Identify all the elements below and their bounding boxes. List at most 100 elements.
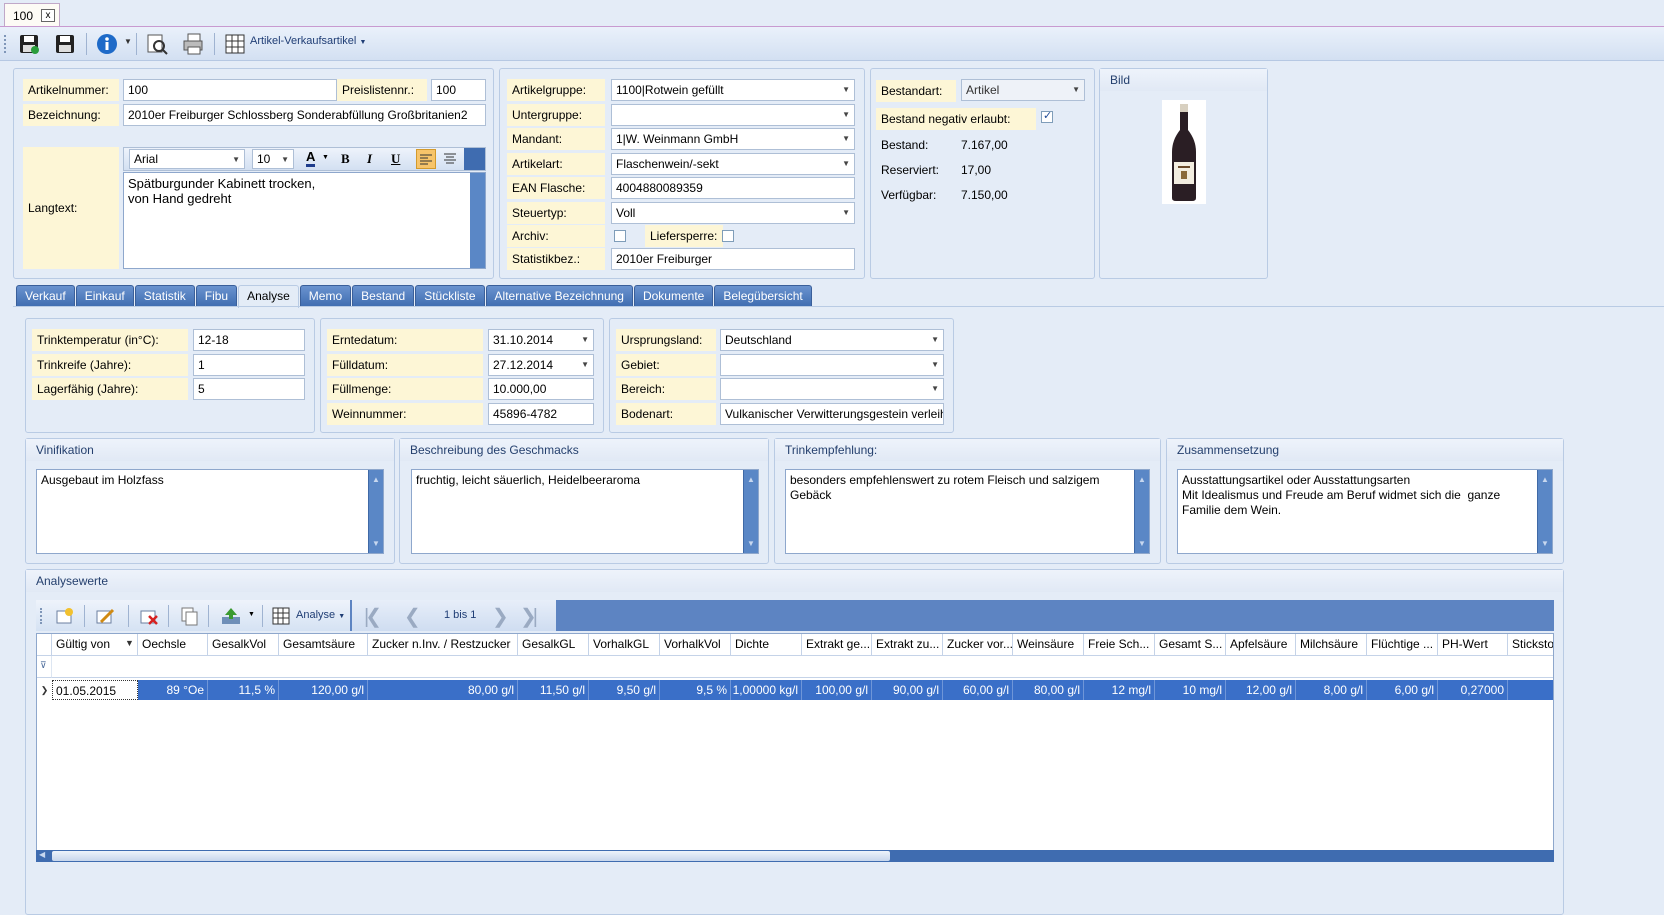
vertical-scrollbar[interactable]: ▲ ▼ (1134, 470, 1149, 553)
tab-fibu[interactable]: Fibu (195, 285, 238, 307)
fuelldatum-field[interactable]: 27.12.2014 ▼ (488, 354, 594, 376)
langtext-scrollbar[interactable] (470, 173, 485, 268)
vertical-scrollbar[interactable]: ▲ ▼ (743, 470, 758, 553)
column-header[interactable]: Dichte (731, 634, 802, 656)
tab-alternative-bezeichnung[interactable]: Alternative Bezeichnung (485, 285, 633, 307)
vinifikation-text[interactable]: Ausgebaut im Holzfass ▲ ▼ (36, 469, 384, 554)
tab-analyse[interactable]: Analyse (238, 285, 299, 308)
statistikbez-field[interactable]: 2010er Freiburger (611, 248, 855, 270)
font-family-select[interactable]: Arial ▼ (129, 149, 245, 169)
table-cell[interactable]: 01.05.2015 (52, 680, 138, 700)
tab-stueckliste[interactable]: Stückliste (415, 285, 485, 307)
toolbar-overflow[interactable] (464, 148, 485, 170)
ean-field[interactable]: 4004880089359 (611, 177, 855, 199)
chevron-down-icon[interactable]: ▼ (124, 37, 132, 46)
delete-record-button[interactable] (136, 603, 162, 629)
ursprungsland-select[interactable]: Deutschland ▼ (720, 329, 944, 351)
align-center-icon[interactable] (441, 149, 461, 169)
column-header[interactable]: GesalkVol (208, 634, 279, 656)
archiv-checkbox[interactable] (614, 230, 626, 242)
vertical-scrollbar[interactable]: ▲ ▼ (1537, 470, 1552, 553)
tab-dokumente[interactable]: Dokumente (633, 285, 714, 307)
column-header[interactable]: VorhalkVol (660, 634, 731, 656)
export-button[interactable] (218, 603, 244, 629)
filter-dropdown-icon[interactable]: ▼ (125, 638, 134, 648)
scroll-up-icon[interactable]: ▲ (372, 472, 380, 487)
new-record-button[interactable] (52, 603, 78, 629)
column-header[interactable]: Freie Sch... (1084, 634, 1155, 656)
table-cell[interactable]: 100,00 g/l (802, 680, 872, 700)
zusammensetzung-text[interactable]: Ausstattungsartikel oder Ausstattungsart… (1177, 469, 1553, 554)
save-close-button[interactable] (16, 31, 42, 57)
column-header[interactable]: Stickstof (1508, 634, 1553, 656)
wine-bottle-image[interactable] (1162, 100, 1206, 204)
column-header[interactable]: Zucker vor... (943, 634, 1013, 656)
copy-record-button[interactable] (176, 603, 202, 629)
erntedatum-field[interactable]: 31.10.2014 ▼ (488, 329, 594, 351)
tab-beleguebersicht[interactable]: Belegübersicht (714, 285, 812, 307)
layout-button[interactable] (222, 31, 248, 57)
vertical-scrollbar[interactable]: ▲ ▼ (368, 470, 383, 553)
column-header[interactable]: GesalkGL (518, 634, 589, 656)
trinkempfehlung-text[interactable]: besonders empfehlenswert zu rotem Fleisc… (785, 469, 1150, 554)
scrollbar-thumb[interactable] (52, 851, 890, 861)
next-record-icon[interactable]: ❯ (492, 604, 509, 629)
lagerfaehig-field[interactable]: 5 (193, 378, 305, 400)
table-cell[interactable]: 1,00000 kg/l (731, 680, 802, 700)
column-header[interactable]: Zucker n.Inv. / Restzucker (368, 634, 518, 656)
last-record-icon[interactable]: ❯| (520, 604, 538, 629)
table-cell[interactable]: 8,00 g/l (1296, 680, 1367, 700)
scroll-down-icon[interactable]: ▼ (1541, 536, 1549, 551)
table-cell[interactable]: 90,00 g/l (872, 680, 943, 700)
underline-icon[interactable]: U (391, 151, 400, 167)
column-header[interactable]: PH-Wert (1438, 634, 1508, 656)
horizontal-scrollbar[interactable]: ◀ (36, 850, 1554, 862)
column-header[interactable]: Apfelsäure (1226, 634, 1296, 656)
grid-layout-button[interactable] (268, 603, 294, 629)
toolbar-grip[interactable] (40, 608, 42, 624)
column-header[interactable]: Oechsle (138, 634, 208, 656)
scroll-up-icon[interactable]: ▲ (1138, 472, 1146, 487)
column-header[interactable]: VorhalkGL (589, 634, 660, 656)
bodenart-field[interactable]: Vulkanischer Verwitterungsgestein verlei… (720, 403, 944, 425)
table-cell[interactable]: 6,00 g/l (1367, 680, 1438, 700)
chevron-down-icon[interactable]: ▼ (248, 611, 255, 618)
geschmack-text[interactable]: fruchtig, leicht säuerlich, Heidelbeerar… (411, 469, 759, 554)
close-tab-icon[interactable]: x (41, 9, 56, 22)
first-record-icon[interactable]: |❮ (364, 604, 382, 629)
untergruppe-select[interactable]: ▼ (611, 104, 855, 126)
column-header[interactable]: Weinsäure (1013, 634, 1084, 656)
gebiet-select[interactable]: ▼ (720, 354, 944, 376)
document-tab[interactable]: 100 x (4, 3, 60, 27)
toolbar-grip[interactable] (4, 35, 6, 53)
trinktemperatur-field[interactable]: 12-18 (193, 329, 305, 351)
column-header[interactable]: Extrakt zu... (872, 634, 943, 656)
artikelart-select[interactable]: Flaschenwein/-sekt ▼ (611, 153, 855, 175)
scroll-up-icon[interactable]: ▲ (747, 472, 755, 487)
bezeichnung-field[interactable]: 2010er Freiburger Schlossberg Sonderabfü… (123, 104, 486, 126)
scroll-up-icon[interactable]: ▲ (1541, 472, 1549, 487)
tab-bestand[interactable]: Bestand (352, 285, 415, 307)
fuellmenge-field[interactable]: 10.000,00 (488, 378, 594, 400)
filter-row[interactable] (52, 656, 1553, 678)
tab-verkauf[interactable]: Verkauf (16, 285, 75, 307)
align-left-icon[interactable] (416, 149, 436, 169)
table-cell[interactable] (1508, 680, 1553, 700)
bereich-select[interactable]: ▼ (720, 378, 944, 400)
table-cell[interactable]: 60,00 g/l (943, 680, 1013, 700)
scroll-down-icon[interactable]: ▼ (747, 536, 755, 551)
scroll-left-icon[interactable]: ◀ (39, 850, 45, 859)
trinkreife-field[interactable]: 1 (193, 354, 305, 376)
table-cell[interactable]: 80,00 g/l (368, 680, 518, 700)
print-button[interactable] (180, 31, 206, 57)
font-size-select[interactable]: 10 ▼ (252, 149, 294, 169)
edit-record-button[interactable] (92, 603, 118, 629)
table-cell[interactable]: 9,50 g/l (589, 680, 660, 700)
font-color-icon[interactable]: A (306, 150, 316, 167)
artikelgruppe-select[interactable]: 1100|Rotwein gefüllt ▼ (611, 79, 855, 101)
grid-layout-dropdown[interactable]: Analyse ▼ (296, 609, 345, 621)
bestand-negativ-checkbox[interactable] (1041, 109, 1053, 123)
chevron-down-icon[interactable]: ▼ (322, 154, 329, 161)
column-header[interactable]: Gesamt S... (1155, 634, 1226, 656)
table-cell[interactable]: 10 mg/l (1155, 680, 1226, 700)
